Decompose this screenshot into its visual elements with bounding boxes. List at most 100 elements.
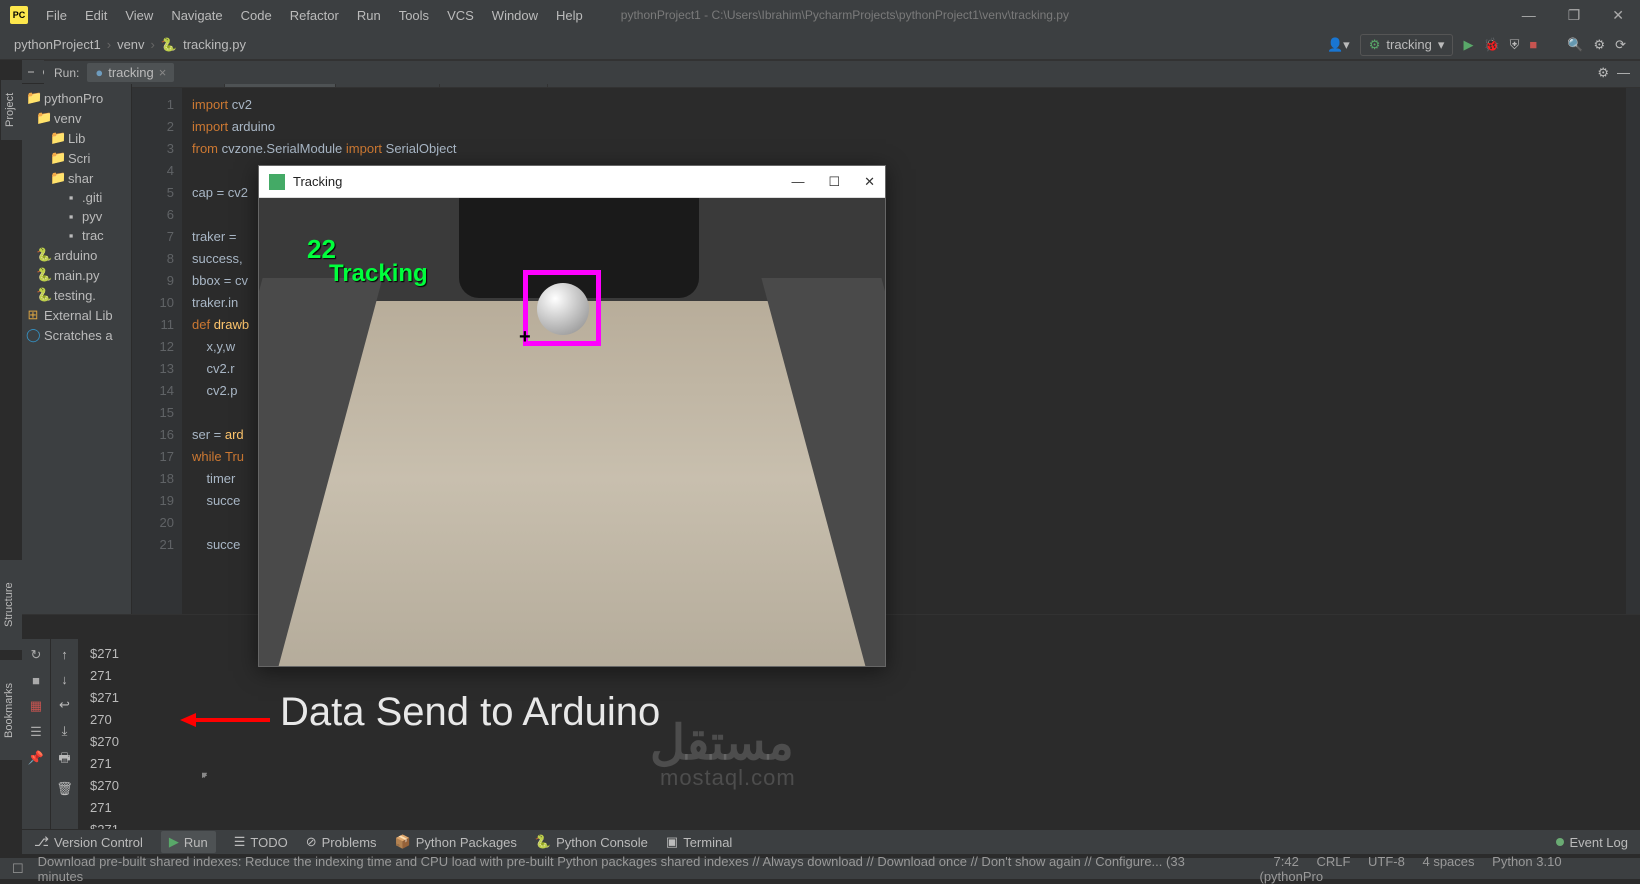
status-right: 7:42 CRLF UTF-8 4 spaces Python 3.10 (py…: [1260, 854, 1629, 884]
search-icon[interactable]: 🔍: [1567, 37, 1583, 53]
window-controls: — ❐ ✕: [1516, 5, 1630, 26]
packages-icon: 📦: [395, 834, 411, 850]
menu-refactor[interactable]: Refactor: [282, 4, 347, 27]
tree-venv[interactable]: ▾📁venv: [22, 108, 131, 128]
popup-titlebar: Tracking — ☐ ✕: [259, 166, 885, 198]
run-config-label: tracking: [1386, 37, 1432, 52]
tree-external-lib[interactable]: ▸⊞External Lib: [22, 305, 131, 325]
tree-arduino[interactable]: 🐍arduino: [22, 245, 131, 265]
menubar: File Edit View Navigate Code Refactor Ru…: [38, 4, 591, 27]
settings-icon[interactable]: ⚙: [1597, 65, 1609, 81]
settings-icon[interactable]: ⚙: [1593, 37, 1605, 53]
layout-icon[interactable]: ▦: [30, 698, 42, 714]
branch-icon: ⎇: [34, 834, 49, 850]
popup-close-icon[interactable]: ✕: [864, 174, 875, 190]
rerun-icon[interactable]: ↻: [31, 647, 42, 663]
popup-video-frame: + 22 Tracking: [259, 198, 885, 666]
line-sep[interactable]: CRLF: [1316, 854, 1350, 869]
breadcrumb-item[interactable]: pythonProject1: [14, 37, 101, 52]
tree-lib[interactable]: ▸📁Lib: [22, 128, 131, 148]
stop-icon[interactable]: ■: [32, 673, 40, 688]
popup-minimize-icon[interactable]: —: [791, 174, 804, 190]
tree-scripts[interactable]: ▸📁Scri: [22, 148, 131, 168]
run-button-icon[interactable]: ▶: [1463, 37, 1473, 53]
menu-tools[interactable]: Tools: [391, 4, 437, 27]
caret-pos[interactable]: 7:42: [1274, 854, 1299, 869]
coverage-icon[interactable]: ⛨: [1510, 37, 1520, 53]
run-title: Run:: [54, 66, 79, 80]
menu-vcs[interactable]: VCS: [439, 4, 482, 27]
menu-edit[interactable]: Edit: [77, 4, 115, 27]
tracking-popup-window: Tracking — ☐ ✕ + 22 Tracking: [258, 165, 886, 667]
tree-root[interactable]: ▾📁pythonPro: [22, 88, 131, 108]
navbar: pythonProject1 › venv › 🐍 tracking.py 👤▾…: [0, 30, 1640, 60]
tree-share[interactable]: ▸📁shar: [22, 168, 131, 188]
menu-code[interactable]: Code: [233, 4, 280, 27]
vcs-tab[interactable]: ⎇Version Control: [34, 834, 143, 850]
minimize-icon[interactable]: —: [1516, 5, 1542, 26]
tree-tracking[interactable]: ▪trac: [22, 226, 131, 245]
encoding[interactable]: UTF-8: [1368, 854, 1405, 869]
problems-icon: ⊘: [306, 834, 317, 850]
collapse-icon[interactable]: ⎯: [28, 64, 34, 79]
tree-mainpy[interactable]: 🐍main.py: [22, 265, 131, 285]
menu-help[interactable]: Help: [548, 4, 591, 27]
scroll-icon[interactable]: ⤓: [62, 723, 68, 739]
pyconsole-tab[interactable]: 🐍Python Console: [535, 834, 648, 850]
menu-file[interactable]: File: [38, 4, 75, 27]
indent[interactable]: 4 spaces: [1422, 854, 1474, 869]
stop-button-icon[interactable]: ■: [1529, 37, 1537, 52]
chevron-right-icon: ›: [151, 37, 155, 52]
todo-tab[interactable]: ☰TODO: [234, 834, 288, 850]
clear-icon[interactable]: 🗑: [56, 781, 73, 797]
run-panel-header: Run: ●tracking× ⚙ —: [44, 60, 1640, 84]
run-config-selector[interactable]: ⚙ tracking ▾: [1360, 34, 1454, 56]
bounding-box: [523, 270, 601, 346]
menu-run[interactable]: Run: [349, 4, 389, 27]
user-icon[interactable]: 👤▾: [1327, 37, 1350, 53]
eventlog-dot-icon: [1556, 838, 1564, 846]
tree-scratches[interactable]: ◯Scratches a: [22, 325, 131, 345]
run-tab[interactable]: ●tracking×: [87, 63, 174, 82]
structure-toolwindow-tab[interactable]: Structure: [0, 560, 22, 650]
terminal-tab[interactable]: ▣Terminal: [666, 834, 732, 850]
project-toolwindow-tab[interactable]: Project: [0, 80, 22, 140]
breadcrumb-item[interactable]: venv: [117, 37, 144, 52]
print-icon[interactable]: 🖶: [58, 749, 70, 771]
run-tab[interactable]: ▶Run: [161, 831, 216, 853]
bottom-toolbar: ⎇Version Control ▶Run ☰TODO ⊘Problems 📦P…: [22, 829, 1640, 854]
eventlog-tab[interactable]: Event Log: [1556, 835, 1628, 850]
app-logo-icon: PC: [10, 6, 28, 24]
pypackages-tab[interactable]: 📦Python Packages: [395, 834, 517, 850]
dump-icon[interactable]: ☰: [30, 724, 42, 740]
maximize-icon[interactable]: ❐: [1562, 5, 1587, 26]
pin-icon[interactable]: 📌: [28, 750, 44, 766]
close-icon[interactable]: ✕: [1606, 5, 1630, 26]
menu-window[interactable]: Window: [484, 4, 546, 27]
bookmarks-toolwindow-tab[interactable]: Bookmarks: [0, 660, 22, 760]
debug-button-icon[interactable]: 🐞: [1483, 37, 1499, 53]
menu-view[interactable]: View: [117, 4, 161, 27]
run-config-icon: ⚙: [1369, 37, 1381, 53]
tree-testing[interactable]: 🐍testing.: [22, 285, 131, 305]
titlebar: PC File Edit View Navigate Code Refactor…: [0, 0, 1640, 30]
softwrap-icon[interactable]: ↩: [59, 697, 70, 713]
updates-icon[interactable]: ⟳: [1615, 37, 1626, 53]
problems-tab[interactable]: ⊘Problems: [306, 834, 377, 850]
tree-gitignore[interactable]: ▪.giti: [22, 188, 131, 207]
interpreter[interactable]: Python 3.10 (pythonPro: [1260, 854, 1562, 884]
python-file-icon: ●: [95, 65, 103, 80]
close-tab-icon[interactable]: ×: [159, 65, 167, 80]
up-icon[interactable]: ↑: [61, 647, 68, 662]
status-icon[interactable]: ☐: [12, 861, 24, 877]
down-icon[interactable]: ↓: [61, 672, 68, 687]
terminal-icon: ▣: [666, 834, 678, 850]
tree-pyvenv[interactable]: ▪pyv: [22, 207, 131, 226]
popup-maximize-icon[interactable]: ☐: [828, 174, 840, 190]
breadcrumb-item[interactable]: tracking.py: [183, 37, 246, 52]
popup-app-icon: [269, 174, 285, 190]
menu-navigate[interactable]: Navigate: [163, 4, 230, 27]
hide-icon[interactable]: —: [1617, 65, 1630, 80]
console-icon: 🐍: [535, 834, 551, 850]
floor-edge: [761, 278, 885, 666]
